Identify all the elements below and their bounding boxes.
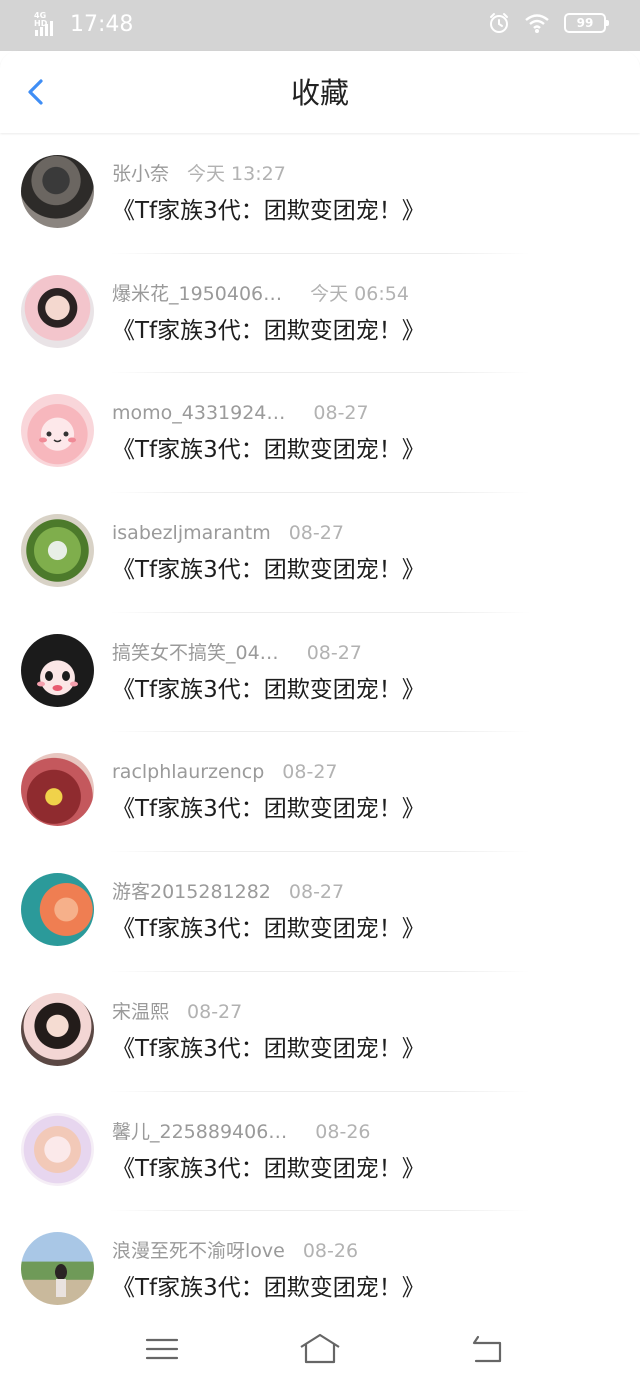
status-right: 99 — [488, 12, 609, 34]
favorite-date: 08-27 — [288, 522, 344, 545]
book-title[interactable]: 《Tf家族3代：团欺变团宠！》 — [112, 555, 425, 585]
avatar[interactable] — [21, 514, 94, 588]
list-item[interactable]: 爆米花_1950406… 今天 06:54 《Tf家族3代：团欺变团宠！》 — [0, 254, 640, 374]
avatar[interactable] — [21, 992, 94, 1066]
favorite-date: 08-26 — [315, 1120, 371, 1143]
user-name[interactable]: 宋温熙 — [112, 1000, 169, 1024]
favorite-date: 08-27 — [306, 641, 362, 664]
avatar[interactable] — [21, 1112, 94, 1186]
list-item[interactable]: 馨儿_225889406… 08-26 《Tf家族3代：团欺变团宠！》 — [0, 1092, 640, 1212]
list-item[interactable]: 张小奈 今天 13:27 《Tf家族3代：团欺变团宠！》 — [0, 134, 640, 254]
user-name[interactable]: 浪漫至死不渝呀love — [112, 1239, 285, 1263]
user-name[interactable]: isabezljmarantm — [112, 521, 271, 545]
favorite-date: 08-27 — [282, 761, 338, 784]
book-title[interactable]: 《Tf家族3代：团欺变团宠！》 — [112, 794, 425, 824]
list-item[interactable]: 浪漫至死不渝呀love 08-26 《Tf家族3代：团欺变团宠！》 — [0, 1211, 640, 1331]
book-title[interactable]: 《Tf家族3代：团欺变团宠！》 — [112, 1273, 425, 1303]
book-title[interactable]: 《Tf家族3代：团欺变团宠！》 — [112, 675, 425, 705]
list-item[interactable]: momo_4331924… 08-27 《Tf家族3代：团欺变团宠！》 — [0, 373, 640, 494]
avatar[interactable] — [21, 274, 94, 348]
avatar[interactable] — [21, 873, 94, 947]
favorite-date: 08-27 — [187, 1000, 243, 1023]
user-name[interactable]: 游客2015281282 — [112, 880, 271, 904]
avatar[interactable] — [21, 155, 94, 228]
favorite-date: 今天 06:54 — [310, 282, 409, 305]
battery-icon: 99 — [564, 13, 609, 33]
favorite-date: 08-26 — [302, 1240, 359, 1263]
status-time: 17:48 — [70, 12, 134, 37]
favorite-date: 今天 13:27 — [187, 163, 286, 185]
alarm-icon — [490, 13, 508, 33]
book-title[interactable]: 《Tf家族3代：团欺变团宠！》 — [112, 914, 425, 944]
user-name[interactable]: 搞笑女不搞笑_04… — [112, 641, 279, 665]
signal-icon: 4G HD — [34, 12, 62, 38]
system-nav-bar — [0, 1317, 640, 1387]
avatar[interactable] — [21, 753, 94, 827]
avatar[interactable] — [21, 394, 94, 468]
book-title[interactable]: 《Tf家族3代：团欺变团宠！》 — [112, 196, 425, 226]
favorites-list: 张小奈 今天 13:27 《Tf家族3代：团欺变团宠！》 爆米花_1950406…… — [0, 134, 640, 1331]
home-icon[interactable] — [298, 1331, 342, 1367]
list-item[interactable]: 宋温熙 08-27 《Tf家族3代：团欺变团宠！》 — [0, 972, 640, 1092]
nav-bar: 收藏 — [0, 51, 640, 133]
book-title[interactable]: 《Tf家族3代：团欺变团宠！》 — [112, 1154, 425, 1184]
favorite-date: 08-27 — [288, 881, 345, 904]
status-left: 4G HD 17:48 — [34, 10, 133, 40]
list-item[interactable]: 游客2015281282 08-27 《Tf家族3代：团欺变团宠！》 — [0, 852, 640, 972]
menu-icon[interactable] — [140, 1331, 184, 1367]
list-item[interactable]: 搞笑女不搞笑_04… 08-27 《Tf家族3代：团欺变团宠！》 — [0, 613, 640, 733]
favorite-date: 08-27 — [313, 402, 369, 425]
book-title[interactable]: 《Tf家族3代：团欺变团宠！》 — [112, 435, 425, 465]
avatar[interactable] — [21, 633, 94, 707]
back-icon[interactable] — [466, 1331, 510, 1367]
book-title[interactable]: 《Tf家族3代：团欺变团宠！》 — [112, 1034, 425, 1064]
user-name[interactable]: 馨儿_225889406… — [112, 1120, 287, 1144]
page-title: 收藏 — [290, 76, 349, 110]
user-name[interactable]: 爆米花_1950406… — [112, 282, 282, 306]
list-item[interactable]: isabezljmarantm 08-27 《Tf家族3代：团欺变团宠！》 — [0, 493, 640, 613]
avatar[interactable] — [21, 1232, 94, 1306]
book-title[interactable]: 《Tf家族3代：团欺变团宠！》 — [112, 316, 425, 346]
status-bar: 4G HD 17:48 99 — [0, 0, 640, 51]
wifi-icon — [525, 14, 549, 33]
list-item[interactable]: raclphlaurzencp 08-27 《Tf家族3代：团欺变团宠！》 — [0, 732, 640, 853]
user-name[interactable]: raclphlaurzencp — [112, 760, 264, 784]
user-name[interactable]: momo_4331924… — [112, 401, 285, 425]
user-name[interactable]: 张小奈 — [112, 162, 169, 186]
